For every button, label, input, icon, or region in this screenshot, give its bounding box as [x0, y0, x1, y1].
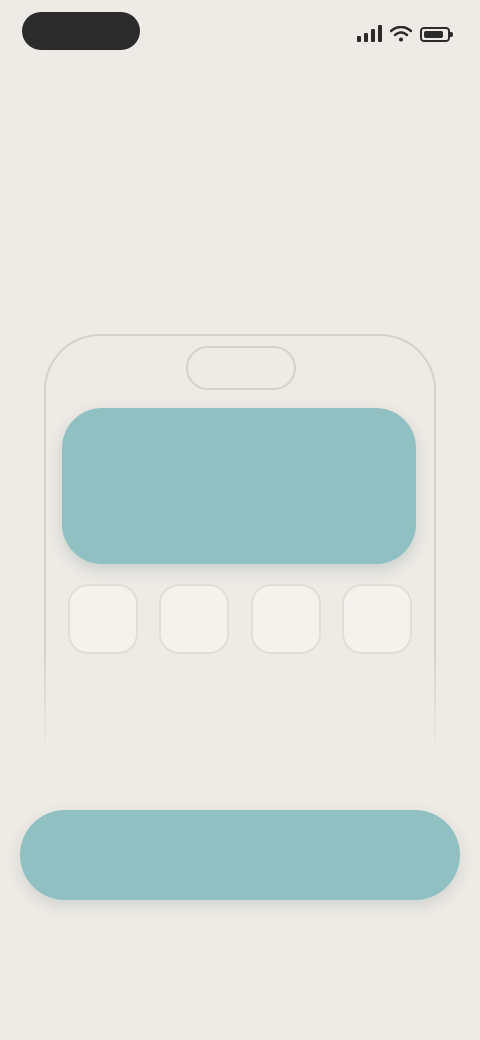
app-icon-placeholder	[341, 584, 412, 654]
wifi-icon	[390, 26, 412, 42]
primary-action-button[interactable]	[20, 810, 460, 900]
app-icon-placeholder	[68, 584, 138, 654]
cellular-signal-icon	[357, 24, 382, 42]
widget-preview	[62, 408, 416, 564]
secondary-action-link[interactable]	[140, 924, 340, 956]
status-time	[22, 12, 140, 50]
status-bar	[0, 0, 480, 64]
app-icon-row	[68, 584, 412, 656]
app-icon-placeholder	[159, 584, 230, 654]
app-icon-placeholder	[250, 584, 321, 654]
battery-fill	[424, 31, 443, 38]
status-icons	[357, 20, 453, 42]
illustration-fade	[40, 650, 440, 770]
battery-icon	[420, 27, 453, 42]
dynamic-island-illustration	[186, 346, 296, 390]
